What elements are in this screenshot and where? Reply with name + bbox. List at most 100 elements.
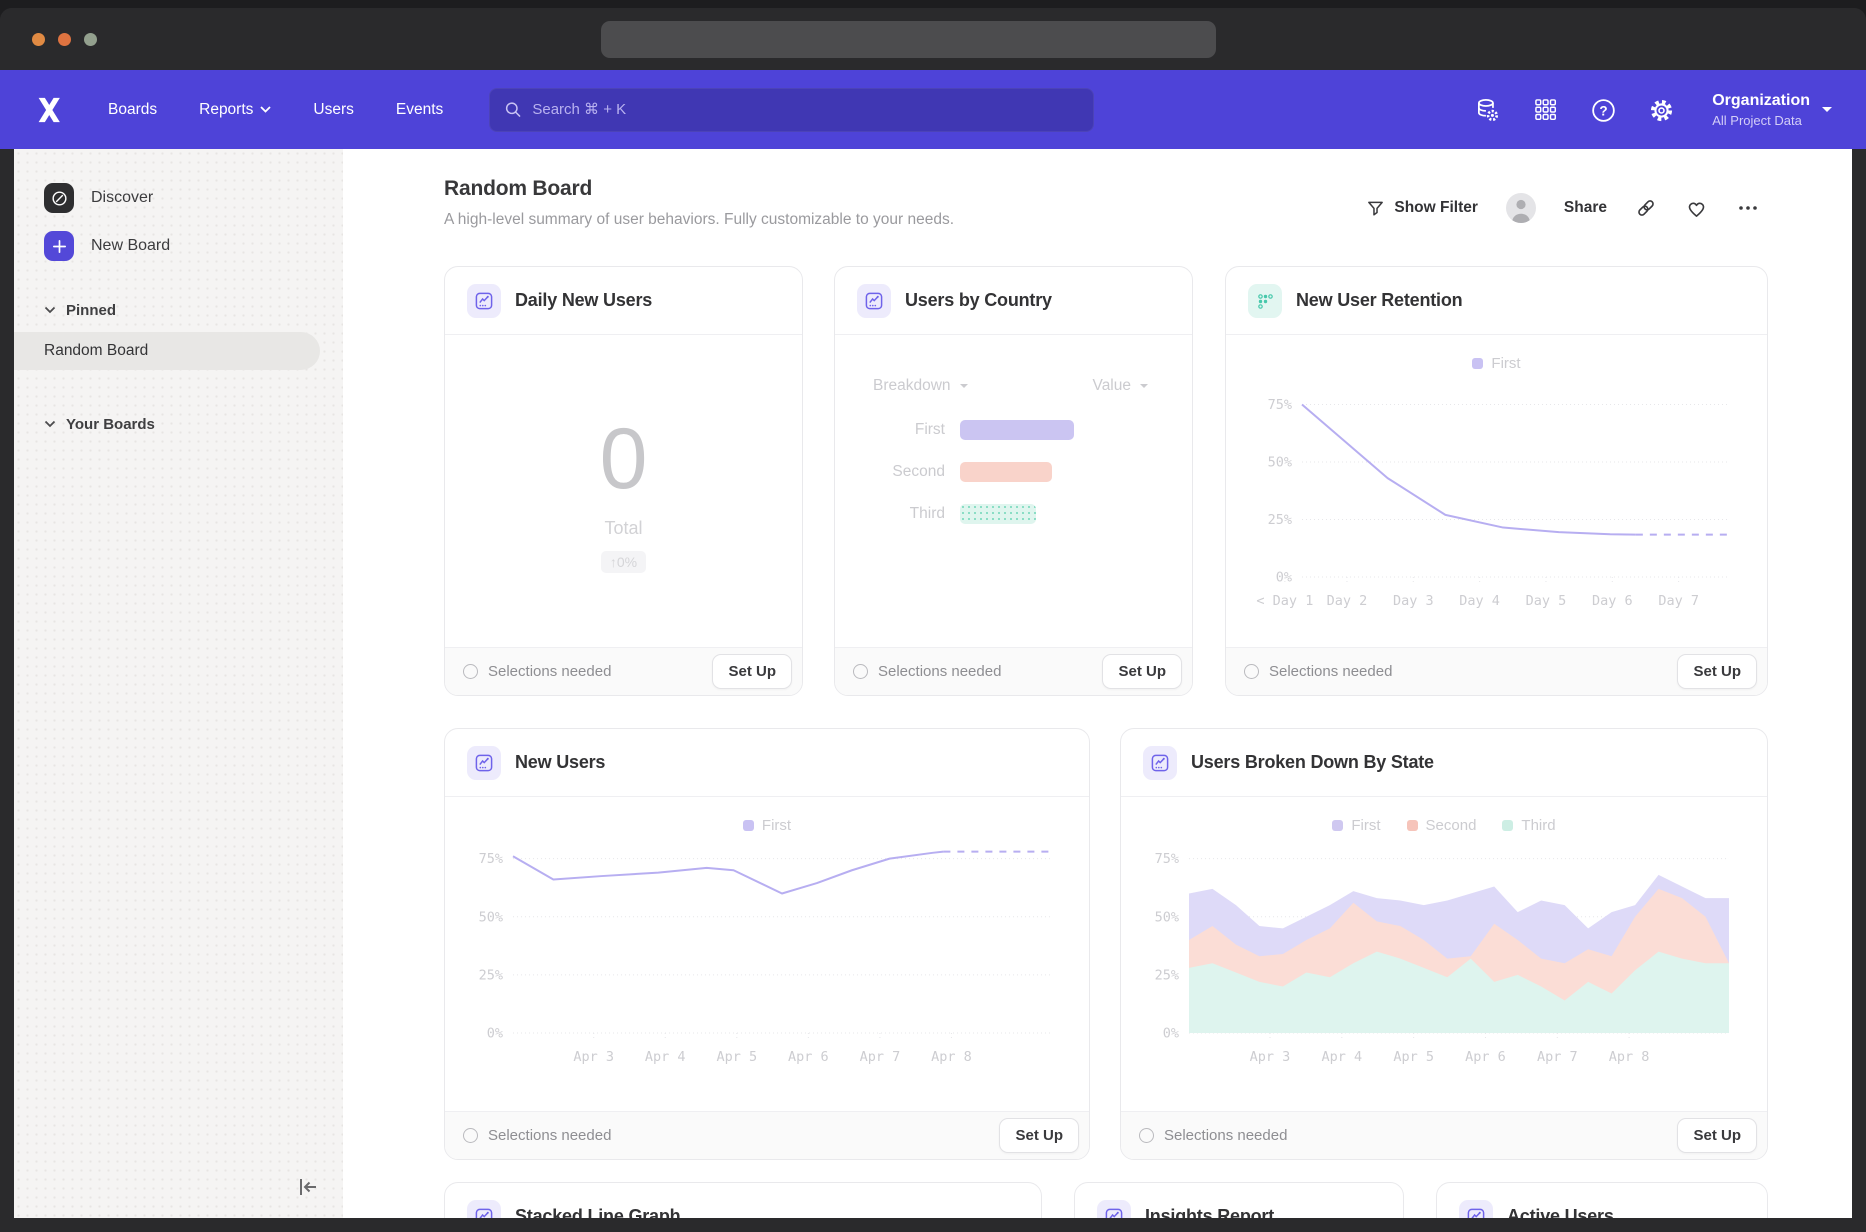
svg-text:0%: 0% — [1276, 570, 1292, 586]
card-title: Insights Report — [1145, 1206, 1274, 1218]
svg-text:Apr 6: Apr 6 — [1465, 1049, 1506, 1065]
share-button[interactable]: Share — [1564, 199, 1607, 217]
nav-item-label: Reports — [199, 101, 253, 119]
sidebar-section-your-boards[interactable]: Your Boards — [14, 407, 343, 441]
country-row: Second — [835, 461, 1192, 482]
chart-legend: First — [445, 817, 1089, 834]
board-actions: Show Filter Share — [1366, 193, 1760, 223]
nav-item-boards[interactable]: Boards — [108, 101, 157, 119]
card-title: New Users — [515, 752, 605, 773]
svg-text:50%: 50% — [1155, 909, 1179, 925]
compass-icon — [44, 183, 74, 213]
nav-item-events[interactable]: Events — [396, 101, 443, 119]
metric-label: Total — [604, 518, 642, 539]
sidebar-item-new-board[interactable]: New Board — [14, 229, 343, 263]
svg-text:50%: 50% — [1268, 455, 1292, 471]
value-dropdown[interactable]: Value — [1093, 377, 1149, 395]
svg-text:< Day 1: < Day 1 — [1256, 593, 1313, 609]
card-header: Users Broken Down By State — [1121, 729, 1767, 797]
svg-text:Apr 5: Apr 5 — [716, 1049, 757, 1065]
svg-text:25%: 25% — [1268, 512, 1292, 528]
set-up-button[interactable]: Set Up — [712, 654, 792, 689]
card-header: Users by Country — [835, 267, 1192, 335]
card-title: Users Broken Down By State — [1191, 752, 1434, 773]
svg-text:75%: 75% — [479, 851, 503, 867]
nav-item-label: Users — [313, 101, 353, 119]
radio-circle-icon — [1244, 664, 1259, 679]
org-name: Organization — [1712, 92, 1810, 110]
new-users-line-chart: 75%50%25%0%Apr 3Apr 4Apr 5Apr 6Apr 7Apr … — [467, 833, 1067, 1085]
sidebar-collapse-icon[interactable] — [295, 1174, 321, 1200]
mixpanel-logo-icon[interactable] — [34, 95, 64, 125]
global-search[interactable] — [489, 88, 1094, 132]
retention-grid-icon — [1248, 284, 1282, 318]
plus-icon — [44, 231, 74, 261]
search-icon — [504, 100, 522, 119]
dropdown-label: Breakdown — [873, 377, 951, 395]
set-up-button[interactable]: Set Up — [999, 1118, 1079, 1153]
svg-text:75%: 75% — [1268, 397, 1292, 413]
org-switcher[interactable]: Organization All Project Data — [1712, 92, 1832, 128]
help-icon[interactable]: ? — [1590, 97, 1616, 123]
stacked-area-chart: 75%50%25%0%Apr 3Apr 4Apr 5Apr 6Apr 7Apr … — [1143, 833, 1745, 1085]
search-input[interactable] — [532, 101, 1079, 118]
legend-swatch — [1407, 820, 1418, 831]
avatar[interactable] — [1506, 193, 1536, 223]
card-header: Daily New Users — [445, 267, 802, 335]
settings-gear-icon[interactable] — [1648, 97, 1674, 123]
nav-item-users[interactable]: Users — [313, 101, 353, 119]
status-text: Selections needed — [1164, 1127, 1667, 1144]
navbar-right: ? Organization All Project Data — [1474, 92, 1832, 128]
breakdown-dropdown[interactable]: Breakdown — [873, 377, 968, 395]
card-header: New User Retention — [1226, 267, 1767, 335]
browser-url-bar[interactable] — [601, 21, 1216, 58]
legend-item: First — [1472, 355, 1520, 372]
data-management-icon[interactable] — [1474, 97, 1500, 123]
status-text: Selections needed — [488, 663, 702, 680]
nav-item-reports[interactable]: Reports — [199, 101, 271, 119]
chevron-down-icon — [260, 106, 271, 113]
sidebar-item-discover[interactable]: Discover — [14, 181, 343, 215]
traffic-lights — [32, 33, 97, 46]
chevron-down-icon — [960, 384, 968, 392]
zoom-window-button[interactable] — [84, 33, 97, 46]
set-up-button[interactable]: Set Up — [1102, 654, 1182, 689]
sidebar: Discover New Board Pinned Random Board — [14, 149, 343, 1218]
sidebar-item-random-board[interactable]: Random Board — [14, 332, 320, 370]
minimize-window-button[interactable] — [58, 33, 71, 46]
copy-link-icon[interactable] — [1635, 197, 1657, 219]
status-text: Selections needed — [488, 1127, 989, 1144]
country-bar — [960, 504, 1036, 524]
show-filter-button[interactable]: Show Filter — [1366, 199, 1478, 218]
card-stacked-line-graph: Stacked Line Graph — [444, 1182, 1042, 1218]
country-row-label: Third — [835, 505, 960, 523]
nav-item-label: Events — [396, 101, 443, 119]
app-window: Boards Reports Users Events — [0, 8, 1866, 1232]
more-options-icon[interactable] — [1736, 196, 1760, 220]
content-area: Discover New Board Pinned Random Board — [14, 149, 1852, 1218]
card-active-users: Active Users — [1436, 1182, 1768, 1218]
card-title: New User Retention — [1296, 290, 1462, 311]
card-users-by-state: Users Broken Down By State FirstSecondTh… — [1120, 728, 1768, 1160]
nav-item-label: Boards — [108, 101, 157, 119]
svg-text:Day 3: Day 3 — [1393, 593, 1434, 609]
apps-grid-icon[interactable] — [1532, 97, 1558, 123]
favorite-heart-icon[interactable] — [1685, 197, 1708, 220]
card-footer: Selections needed Set Up — [445, 647, 802, 695]
sidebar-section-label: Pinned — [66, 302, 116, 319]
svg-text:Apr 3: Apr 3 — [1250, 1049, 1291, 1065]
card-header: Insights Report — [1075, 1183, 1403, 1218]
set-up-button[interactable]: Set Up — [1677, 1118, 1757, 1153]
card-footer: Selections needed Set Up — [445, 1111, 1089, 1159]
sidebar-section-label: Your Boards — [66, 416, 155, 433]
card-header: Active Users — [1437, 1183, 1767, 1218]
sidebar-section-pinned[interactable]: Pinned — [14, 293, 343, 327]
chart-legend: FirstSecondThird — [1121, 817, 1767, 834]
set-up-button[interactable]: Set Up — [1677, 654, 1757, 689]
metric-value: 0 — [600, 416, 648, 502]
page-subtitle: A high-level summary of user behaviors. … — [444, 211, 954, 229]
line-chart-icon — [857, 284, 891, 318]
chevron-down-icon — [44, 306, 56, 314]
svg-text:Apr 3: Apr 3 — [573, 1049, 614, 1065]
close-window-button[interactable] — [32, 33, 45, 46]
